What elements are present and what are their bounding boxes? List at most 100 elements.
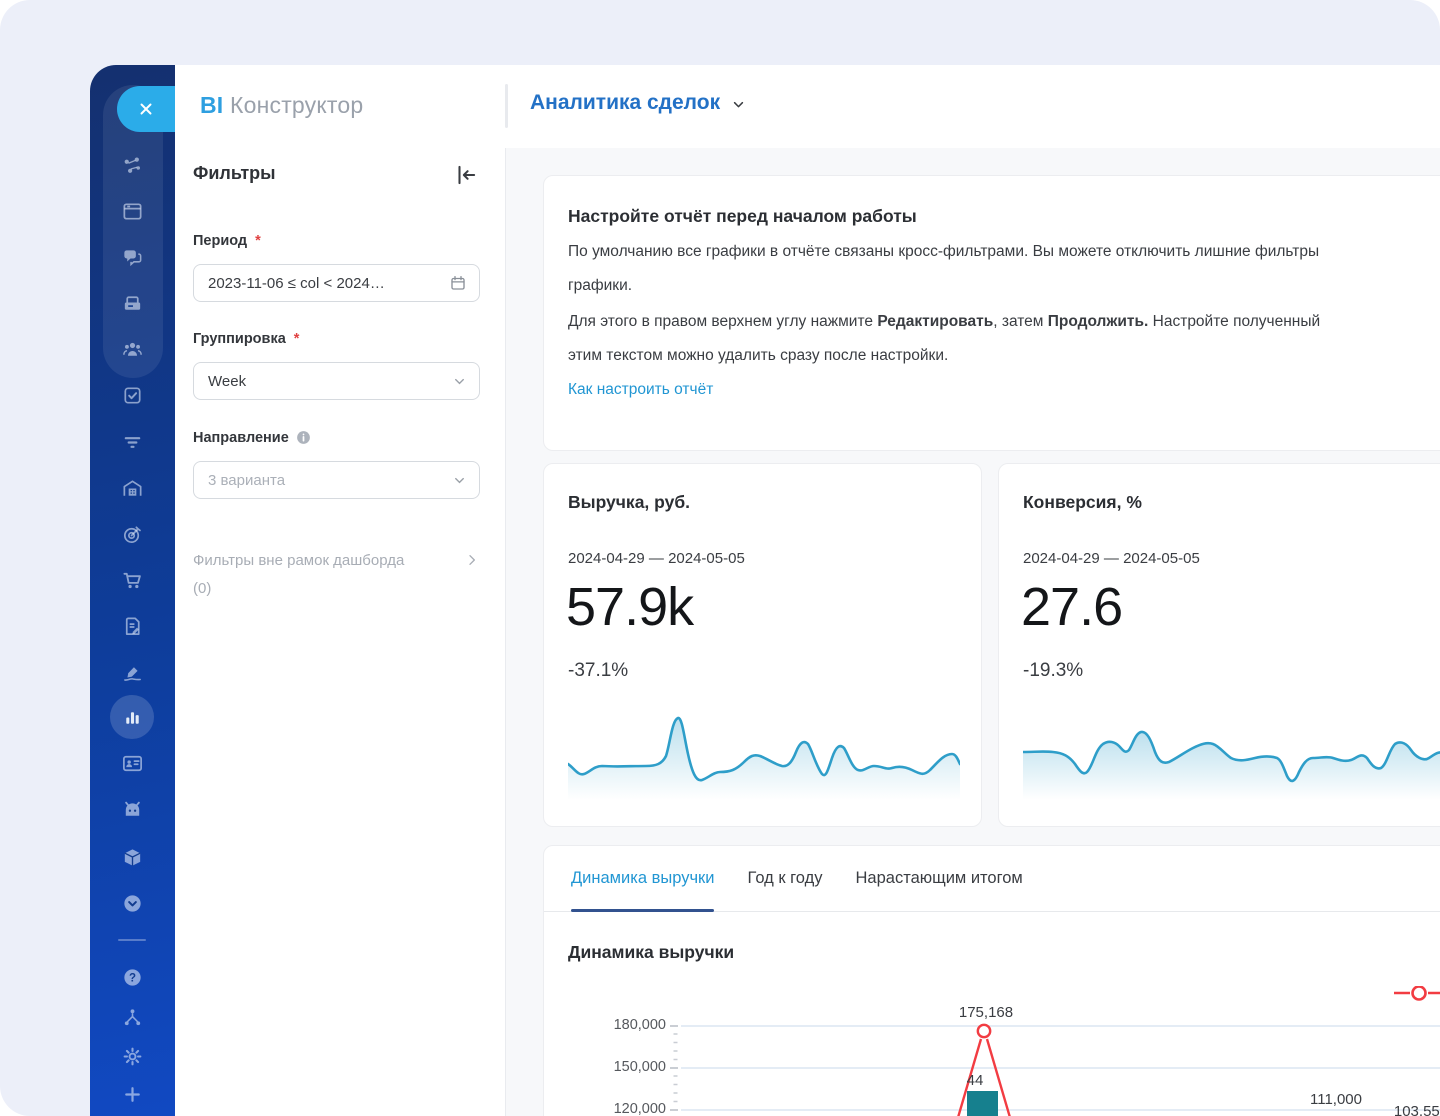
app-logo: BI Конструктор: [200, 92, 363, 119]
conversion-metric-card: Конверсия, % 2024-04-29 — 2024-05-05 27.…: [998, 463, 1440, 827]
network-icon: [121, 155, 144, 178]
sidebar-item-users[interactable]: [90, 327, 175, 371]
notice-paragraph-1b: графики.: [568, 272, 632, 299]
sidebar-item-network[interactable]: [90, 144, 175, 188]
notice-title: Настройте отчёт перед началом работы: [568, 206, 917, 227]
metric-period: 2024-04-29 — 2024-05-05: [1023, 550, 1200, 567]
chevron-down-icon: [452, 473, 467, 488]
desktop-background: ? BI Конструктор Фильтры Период* 2023-11…: [0, 0, 1440, 1116]
bar-label: 44: [967, 1072, 984, 1089]
collapse-panel-button[interactable]: [453, 162, 479, 188]
sidebar-item-warehouse[interactable]: [90, 466, 175, 510]
cart-icon: [121, 569, 144, 592]
dynamics-chart: 175,168 44 111,000 103,558: [544, 986, 1440, 1116]
setup-notice-card: Настройте отчёт перед началом работы По …: [543, 175, 1440, 451]
sidebar-item-target[interactable]: [90, 512, 175, 556]
point-label: 111,000: [1310, 1091, 1362, 1108]
warehouse-icon: [121, 477, 144, 500]
header-divider: [505, 84, 508, 128]
sidebar-divider: [118, 939, 146, 941]
chevron-down-icon: [730, 96, 747, 113]
report-title-dropdown[interactable]: Аналитика сделок: [530, 91, 747, 115]
sidebar-item-help[interactable]: ?: [90, 955, 175, 999]
sidebar-item-share-nodes[interactable]: [90, 995, 175, 1039]
notice-paragraph-2b: этим текстом можно удалить сразу после н…: [568, 342, 948, 369]
main-header: Аналитика сделок: [505, 65, 1440, 148]
users-icon: [121, 338, 144, 361]
filter-icon: [121, 431, 144, 454]
svg-text:?: ?: [129, 972, 136, 984]
package-icon: [121, 846, 144, 869]
period-label: Период*: [193, 233, 261, 249]
revenue-metric-card: Выручка, руб. 2024-04-29 — 2024-05-05 57…: [543, 463, 982, 827]
period-input[interactable]: 2023-11-06 ≤ col < 2024…: [193, 264, 480, 302]
close-sidebar-button[interactable]: [117, 86, 175, 132]
document-edit-icon: [121, 615, 144, 638]
chart-title: Динамика выручки: [568, 942, 734, 963]
revenue-sparkline: [568, 706, 960, 800]
notice-paragraph-2: Для этого в правом верхнем углу нажмите …: [568, 308, 1320, 335]
sidebar-item-cart[interactable]: [90, 558, 175, 602]
calendar-icon: [449, 274, 467, 292]
metric-title: Выручка, руб.: [568, 492, 690, 513]
help-icon: ?: [121, 966, 144, 989]
direction-select[interactable]: 3 варианта: [193, 461, 480, 499]
sidebar: ?: [90, 65, 175, 1116]
sidebar-item-id-card[interactable]: [90, 741, 175, 785]
chevron-down-icon: [452, 374, 467, 389]
metric-value: 27.6: [1021, 576, 1122, 638]
metric-delta: -37.1%: [568, 660, 628, 682]
signature-icon: [121, 661, 144, 684]
sidebar-item-window[interactable]: [90, 189, 175, 233]
metric-value: 57.9k: [566, 576, 693, 638]
sidebar-item-robot[interactable]: [90, 788, 175, 832]
sidebar-item-chevron-circle[interactable]: [90, 881, 175, 925]
metric-period: 2024-04-29 — 2024-05-05: [568, 550, 745, 567]
cashbox-icon: [121, 292, 144, 315]
sidebar-item-chat[interactable]: [90, 235, 175, 279]
grouping-label: Группировка*: [193, 331, 299, 347]
outer-filters-count: (0): [193, 580, 211, 597]
sidebar-item-document-edit[interactable]: [90, 604, 175, 648]
dynamics-chart-card: Динамика выручки Год к году Нарастающим …: [543, 845, 1440, 1116]
sidebar-item-package[interactable]: [90, 835, 175, 879]
sidebar-item-cashbox[interactable]: [90, 281, 175, 325]
outer-filters-row[interactable]: Фильтры вне рамок дашборда (0): [193, 552, 480, 569]
filters-title: Фильтры: [193, 163, 276, 184]
sidebar-item-analytics[interactable]: [90, 695, 175, 739]
plus-icon: [121, 1083, 144, 1106]
tab-year-over-year[interactable]: Год к году: [747, 846, 822, 911]
point-label: 103,558: [1394, 1103, 1440, 1116]
metric-delta: -19.3%: [1023, 660, 1083, 682]
target-icon: [121, 523, 144, 546]
chat-icon: [121, 246, 144, 269]
chart-tabs: Динамика выручки Год к году Нарастающим …: [544, 846, 1440, 912]
app-window: ? BI Конструктор Фильтры Период* 2023-11…: [90, 65, 1440, 1116]
legend-marker: [1413, 987, 1426, 1000]
sidebar-item-filter[interactable]: [90, 420, 175, 464]
conversion-sparkline: [1023, 706, 1440, 800]
id-card-icon: [121, 752, 144, 775]
robot-icon: [121, 799, 144, 822]
settings-icon: [121, 1045, 144, 1068]
analytics-icon: [121, 706, 144, 729]
logo-bi: BI: [200, 92, 223, 118]
sidebar-item-tasks[interactable]: [90, 373, 175, 417]
tab-revenue-dynamics[interactable]: Динамика выручки: [571, 846, 714, 911]
info-icon[interactable]: [295, 429, 312, 446]
tasks-icon: [121, 384, 144, 407]
how-to-setup-link[interactable]: Как настроить отчёт: [568, 381, 713, 399]
share-nodes-icon: [121, 1006, 144, 1029]
tab-cumulative[interactable]: Нарастающим итогом: [856, 846, 1023, 911]
logo-name: Конструктор: [230, 92, 363, 118]
sidebar-item-signature[interactable]: [90, 650, 175, 694]
notice-paragraph-1: По умолчанию все графики в отчёте связан…: [568, 238, 1319, 265]
peak-marker: [978, 1025, 990, 1037]
filter-panel: BI Конструктор Фильтры Период* 2023-11-0…: [175, 65, 506, 1116]
page-title: Аналитика сделок: [530, 91, 720, 115]
grouping-select[interactable]: Week: [193, 362, 480, 400]
chevron-circle-icon: [121, 892, 144, 915]
collapse-icon: [453, 162, 479, 188]
sidebar-item-plus[interactable]: [90, 1072, 175, 1116]
required-asterisk: *: [255, 233, 261, 249]
